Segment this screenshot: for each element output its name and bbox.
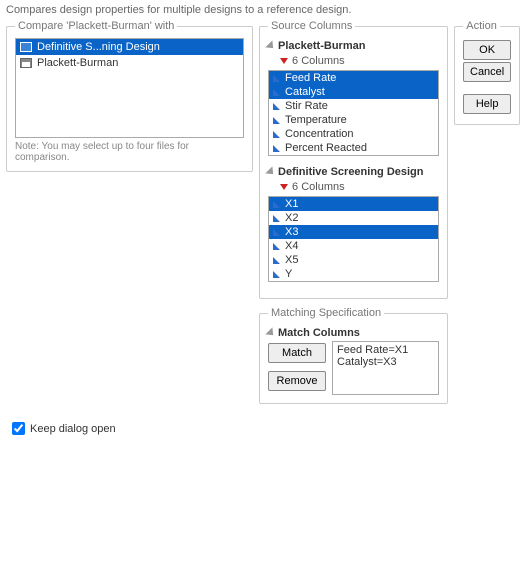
match-entry[interactable]: Feed Rate=X1 [337, 344, 434, 356]
compare-list[interactable]: Definitive S...ning Design Plackett-Burma… [15, 38, 244, 138]
column-list[interactable]: X1 X2 X3 X4 X5 Y [268, 196, 439, 282]
source-columns-fieldset: Source Columns Plackett-Burman 6 Columns F… [259, 20, 448, 299]
source-group-subheader[interactable]: 6 Columns [268, 180, 439, 196]
column-count-label: 6 Columns [292, 181, 345, 193]
column-label: Catalyst [285, 86, 325, 98]
column-label: X1 [285, 198, 298, 210]
column-type-icon [273, 271, 280, 278]
column-label: X2 [285, 212, 298, 224]
column-label: Feed Rate [285, 72, 336, 84]
column-item[interactable]: Y [269, 267, 438, 281]
disclosure-icon [265, 327, 276, 338]
column-label: X3 [285, 226, 298, 238]
compare-note: Note: You may select up to four files fo… [15, 141, 244, 163]
source-group-subheader[interactable]: 6 Columns [268, 54, 439, 70]
disclosure-icon [265, 166, 276, 177]
column-item[interactable]: Temperature [269, 113, 438, 127]
action-fieldset: Action OK Cancel Help [454, 20, 520, 125]
column-label: Concentration [285, 128, 354, 140]
action-legend: Action [463, 20, 500, 32]
ok-button[interactable]: OK [463, 40, 511, 60]
compare-list-item[interactable]: Plackett-Burman [16, 55, 243, 71]
match-columns-header[interactable]: Match Columns [268, 325, 439, 341]
column-type-icon [273, 75, 280, 82]
source-group: Definitive Screening Design 6 Columns X1 X2… [268, 164, 439, 282]
column-item[interactable]: Stir Rate [269, 99, 438, 113]
column-label: X4 [285, 240, 298, 252]
source-group-title: Definitive Screening Design [278, 166, 423, 178]
table-icon [20, 58, 32, 68]
keep-dialog-open-checkbox[interactable] [12, 422, 25, 435]
column-item[interactable]: X4 [269, 239, 438, 253]
column-type-icon [273, 215, 280, 222]
match-list[interactable]: Feed Rate=X1Catalyst=X3 [332, 341, 439, 395]
match-columns-title: Match Columns [278, 327, 360, 339]
column-item[interactable]: X5 [269, 253, 438, 267]
keep-dialog-open-label: Keep dialog open [30, 423, 116, 435]
compare-list-item[interactable]: Definitive S...ning Design [16, 39, 243, 55]
match-button[interactable]: Match [268, 343, 326, 363]
help-button[interactable]: Help [463, 94, 511, 114]
disclosure-icon [265, 40, 276, 51]
column-type-icon [273, 131, 280, 138]
column-item[interactable]: Catalyst [269, 85, 438, 99]
source-group: Plackett-Burman 6 Columns Feed Rate Catalys… [268, 38, 439, 156]
column-label: Temperature [285, 114, 347, 126]
compare-item-label: Definitive S...ning Design [37, 41, 160, 53]
column-item[interactable]: X3 [269, 225, 438, 239]
column-count-label: 6 Columns [292, 55, 345, 67]
source-columns-legend: Source Columns [268, 20, 355, 32]
compare-fieldset: Compare 'Plackett-Burman' with Definitiv… [6, 20, 253, 172]
column-label: Percent Reacted [285, 142, 367, 154]
column-type-icon [273, 257, 280, 264]
column-type-icon [273, 103, 280, 110]
source-group-header[interactable]: Plackett-Burman [268, 38, 439, 54]
column-item[interactable]: Feed Rate [269, 71, 438, 85]
table-icon [20, 42, 32, 52]
column-item[interactable]: Percent Reacted [269, 141, 438, 155]
cancel-button[interactable]: Cancel [463, 62, 511, 82]
matching-spec-fieldset: Matching Specification Match Columns Mat… [259, 307, 448, 404]
dropdown-icon [280, 184, 288, 190]
column-type-icon [273, 89, 280, 96]
match-entry[interactable]: Catalyst=X3 [337, 356, 434, 368]
column-label: Y [285, 268, 292, 280]
column-label: Stir Rate [285, 100, 328, 112]
column-item[interactable]: X1 [269, 197, 438, 211]
column-type-icon [273, 145, 280, 152]
compare-item-label: Plackett-Burman [37, 57, 118, 69]
column-type-icon [273, 117, 280, 124]
source-group-header[interactable]: Definitive Screening Design [268, 164, 439, 180]
column-item[interactable]: Concentration [269, 127, 438, 141]
dropdown-icon [280, 58, 288, 64]
column-list[interactable]: Feed Rate Catalyst Stir Rate Temperature Con… [268, 70, 439, 156]
matching-spec-legend: Matching Specification [268, 307, 384, 319]
column-item[interactable]: X2 [269, 211, 438, 225]
column-label: X5 [285, 254, 298, 266]
column-type-icon [273, 243, 280, 250]
compare-legend: Compare 'Plackett-Burman' with [15, 20, 177, 32]
description-text: Compares design properties for multiple … [6, 4, 520, 16]
remove-button[interactable]: Remove [268, 371, 326, 391]
source-group-title: Plackett-Burman [278, 40, 365, 52]
column-type-icon [273, 201, 280, 208]
column-type-icon [273, 229, 280, 236]
